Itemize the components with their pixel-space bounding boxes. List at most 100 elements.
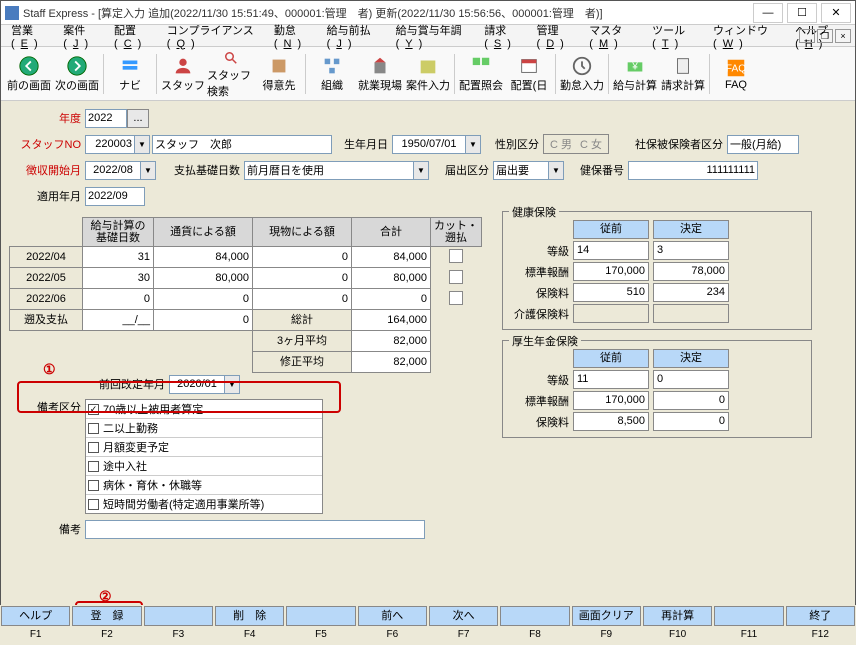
mdi-minimize[interactable]: _ <box>799 29 815 43</box>
table-genbutsu[interactable]: 0 <box>252 288 352 310</box>
kenko-kettei-btn[interactable]: 決定 <box>653 220 729 239</box>
menu-item[interactable]: マスタ(M) <box>589 22 640 50</box>
biko-input[interactable] <box>85 520 425 539</box>
table-genbutsu[interactable]: 0 <box>252 267 352 289</box>
toolbar-staff[interactable]: スタッフ <box>159 49 207 99</box>
toolbar-bill[interactable]: 請求計算 <box>659 49 707 99</box>
remarks-item[interactable]: ✓70歳以上被用者算定 <box>86 400 322 419</box>
fn-button-10[interactable]: 再計算 <box>643 606 712 626</box>
table-days[interactable]: 30 <box>82 267 154 289</box>
menu-item[interactable]: ウィンドウ(W) <box>713 22 783 50</box>
toolbar-faq[interactable]: FAQFAQ <box>712 49 760 99</box>
cut-checkbox[interactable] <box>449 249 463 263</box>
toolbar-fwd[interactable]: 次の画面 <box>53 49 101 99</box>
choshu-dropdown[interactable]: ▼ <box>141 161 156 180</box>
kosei-tokyu-k[interactable]: 0 <box>653 370 729 389</box>
fn-button-8[interactable] <box>500 606 569 626</box>
mdi-close[interactable]: × <box>835 29 851 43</box>
table-amount[interactable]: 80,000 <box>153 267 253 289</box>
menu-item[interactable]: 配置(C) <box>114 22 155 50</box>
checkbox-icon[interactable] <box>88 423 99 434</box>
remarks-item[interactable]: 途中入社 <box>86 457 322 476</box>
remarks-item[interactable]: 病休・育休・休職等 <box>86 476 322 495</box>
fn-button-11[interactable] <box>714 606 783 626</box>
shiharai-dropdown[interactable]: ▼ <box>414 161 429 180</box>
menu-item[interactable]: 請求(S) <box>484 22 524 50</box>
remarks-item[interactable]: 短時間労働者(特定適用事業所等) <box>86 495 322 513</box>
mdi-restore[interactable]: ❐ <box>817 29 833 43</box>
sokyua[interactable]: 0 <box>153 309 253 331</box>
cut-checkbox[interactable] <box>449 291 463 305</box>
radio-female[interactable]: C 女 <box>580 136 602 152</box>
fn-button-2[interactable]: 登 録 <box>72 606 141 626</box>
todoke-dropdown[interactable]: ▼ <box>549 161 564 180</box>
table-amount[interactable]: 0 <box>153 288 253 310</box>
fn-button-4[interactable]: 削 除 <box>215 606 284 626</box>
fn-label: F1 <box>0 627 71 643</box>
toolbar-org[interactable]: 組織 <box>308 49 356 99</box>
menu-item[interactable]: コンプライアンス(Q) <box>167 22 262 50</box>
choshu-input[interactable] <box>85 161 141 180</box>
checkbox-icon[interactable] <box>88 461 99 472</box>
cut-checkbox[interactable] <box>449 270 463 284</box>
sokyud[interactable]: __/__ <box>82 309 154 331</box>
toolbar-pq[interactable]: 配置照会 <box>457 49 505 99</box>
menu-item[interactable]: 勤怠(N) <box>274 22 315 50</box>
menu-item[interactable]: 営業(E) <box>11 22 51 50</box>
fn-button-12[interactable]: 終了 <box>786 606 855 626</box>
menu-item[interactable]: 管理(D) <box>537 22 578 50</box>
menu-item[interactable]: 給与賞与年調(Y) <box>396 22 473 50</box>
maximize-button[interactable]: ☐ <box>787 3 817 23</box>
fs-title-kosei: 厚生年金保険 <box>509 333 581 349</box>
fn-label: F8 <box>499 627 570 643</box>
menu-item[interactable]: 案件(J) <box>63 22 102 50</box>
minimize-button[interactable]: — <box>753 3 783 23</box>
remarks-item[interactable]: 二以上勤務 <box>86 419 322 438</box>
kenko-tokyu-k[interactable]: 3 <box>653 241 729 260</box>
kosei-kettei-btn[interactable]: 決定 <box>653 349 729 368</box>
table-days[interactable]: 31 <box>82 246 154 268</box>
birth-dropdown[interactable]: ▼ <box>466 135 481 154</box>
toolbar-att[interactable]: 勤怠入力 <box>558 49 606 99</box>
staffno-dropdown[interactable]: ▼ <box>135 135 150 154</box>
year-input[interactable] <box>85 109 127 128</box>
toolbar-back[interactable]: 前の画面 <box>5 49 53 99</box>
fn-button-5[interactable] <box>286 606 355 626</box>
fn-button-9[interactable]: 画面クリア <box>572 606 641 626</box>
fn-button-6[interactable]: 前へ <box>358 606 427 626</box>
radio-male[interactable]: C 男 <box>550 136 572 152</box>
kosei-tokyu-j[interactable]: 11 <box>573 370 649 389</box>
table-days[interactable]: 0 <box>82 288 154 310</box>
toolbar-site[interactable]: 就業現場 <box>356 49 404 99</box>
checkbox-icon[interactable] <box>88 442 99 453</box>
toolbar-navi[interactable]: ナビ <box>106 49 154 99</box>
kenko-tokyu-j[interactable]: 14 <box>573 241 649 260</box>
zenkai-input[interactable] <box>169 375 225 394</box>
checkbox-icon[interactable]: ✓ <box>88 404 99 415</box>
kosei-juzen-btn[interactable]: 従前 <box>573 349 649 368</box>
birth-input[interactable] <box>392 135 466 154</box>
zenkai-dropdown[interactable]: ▼ <box>225 375 240 394</box>
fn-button-3[interactable] <box>144 606 213 626</box>
toolbar-pay[interactable]: ¥給与計算 <box>611 49 659 99</box>
staffno-input[interactable] <box>85 135 135 154</box>
toolbar-case[interactable]: 案件入力 <box>404 49 452 99</box>
shusei[interactable]: 82,000 <box>351 351 431 373</box>
todoke-select[interactable] <box>493 161 549 180</box>
table-amount[interactable]: 84,000 <box>153 246 253 268</box>
kenko-juzen-btn[interactable]: 従前 <box>573 220 649 239</box>
checkbox-icon[interactable] <box>88 480 99 491</box>
toolbar-pd[interactable]: 配置(日 <box>505 49 553 99</box>
toolbar-cust[interactable]: 得意先 <box>255 49 303 99</box>
shiharai-select[interactable] <box>244 161 414 180</box>
fn-button-7[interactable]: 次へ <box>429 606 498 626</box>
menu-item[interactable]: ツール(T) <box>652 22 701 50</box>
table-genbutsu[interactable]: 0 <box>252 246 352 268</box>
remarks-item[interactable]: 月額変更予定 <box>86 438 322 457</box>
checkbox-icon[interactable] <box>88 499 99 510</box>
toolbar-ssearch[interactable]: スタッフ検索 <box>207 49 255 99</box>
menu-item[interactable]: 給与前払(J) <box>327 22 384 50</box>
year-lookup-button[interactable]: ... <box>127 109 149 128</box>
close-button[interactable]: ✕ <box>821 3 851 23</box>
fn-button-1[interactable]: ヘルプ <box>1 606 70 626</box>
